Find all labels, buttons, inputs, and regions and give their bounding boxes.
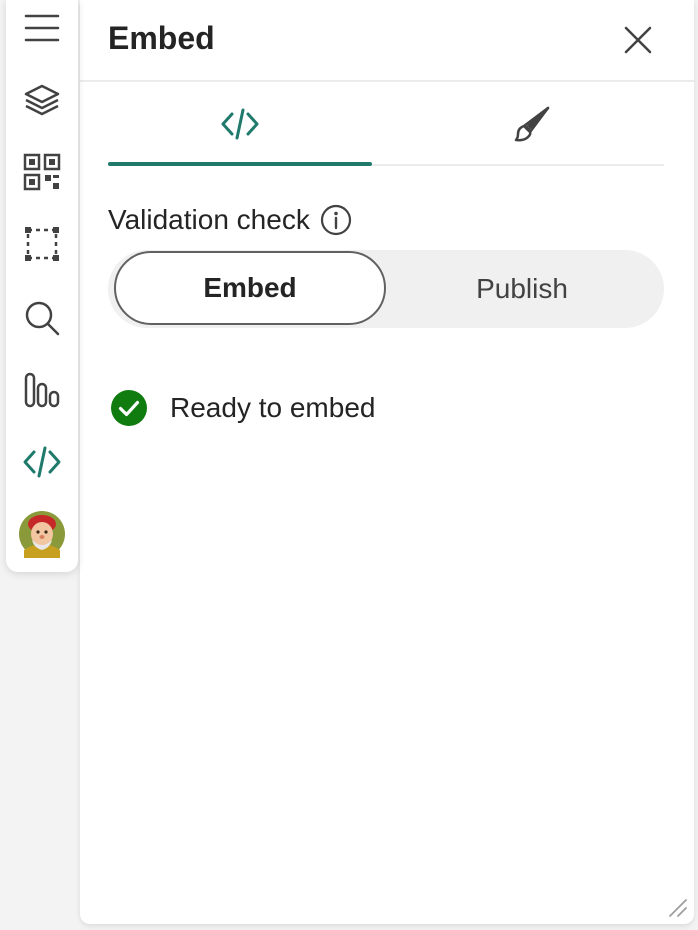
qr-code-icon — [23, 153, 61, 191]
account-button[interactable] — [6, 506, 78, 562]
embed-option[interactable]: Embed — [114, 251, 386, 325]
status-text: Ready to embed — [170, 392, 376, 423]
analytics-button[interactable] — [6, 362, 78, 418]
embed-code-button[interactable] — [6, 434, 78, 490]
validation-status: Ready to embed — [110, 388, 375, 428]
embed-panel: Embed Validation check Embed Publish Rea… — [80, 0, 694, 924]
tab-style[interactable] — [400, 84, 664, 164]
code-icon — [23, 446, 61, 478]
code-icon — [221, 108, 259, 140]
panel-header: Embed — [80, 0, 694, 82]
select-area-button[interactable] — [6, 216, 78, 272]
hamburger-menu-icon — [24, 14, 60, 42]
analytics-icon — [24, 372, 60, 408]
info-button[interactable] — [320, 204, 352, 236]
layers-button[interactable] — [6, 72, 78, 128]
resize-grip-icon[interactable] — [664, 894, 688, 918]
panel-title: Embed — [108, 20, 215, 56]
tab-code[interactable] — [108, 84, 372, 166]
validation-check-section: Validation check — [108, 200, 352, 240]
qr-code-button[interactable] — [6, 144, 78, 200]
search-icon — [25, 301, 60, 336]
layers-icon — [24, 84, 60, 116]
validation-check-label: Validation check — [108, 204, 310, 235]
close-button[interactable] — [616, 18, 660, 62]
tab-selected-indicator — [108, 162, 372, 166]
close-icon — [624, 26, 652, 54]
selection-box-icon — [25, 227, 59, 261]
publish-option[interactable]: Publish — [386, 250, 658, 328]
user-avatar — [19, 511, 65, 558]
paintbrush-icon — [514, 106, 550, 142]
search-button[interactable] — [6, 290, 78, 346]
validation-mode-toggle: Embed Publish — [108, 250, 664, 328]
checkmark-circle-icon — [111, 390, 147, 426]
info-icon — [320, 204, 351, 236]
panel-tabs — [108, 84, 664, 166]
left-rail — [6, 0, 78, 572]
menu-button[interactable] — [6, 0, 78, 56]
